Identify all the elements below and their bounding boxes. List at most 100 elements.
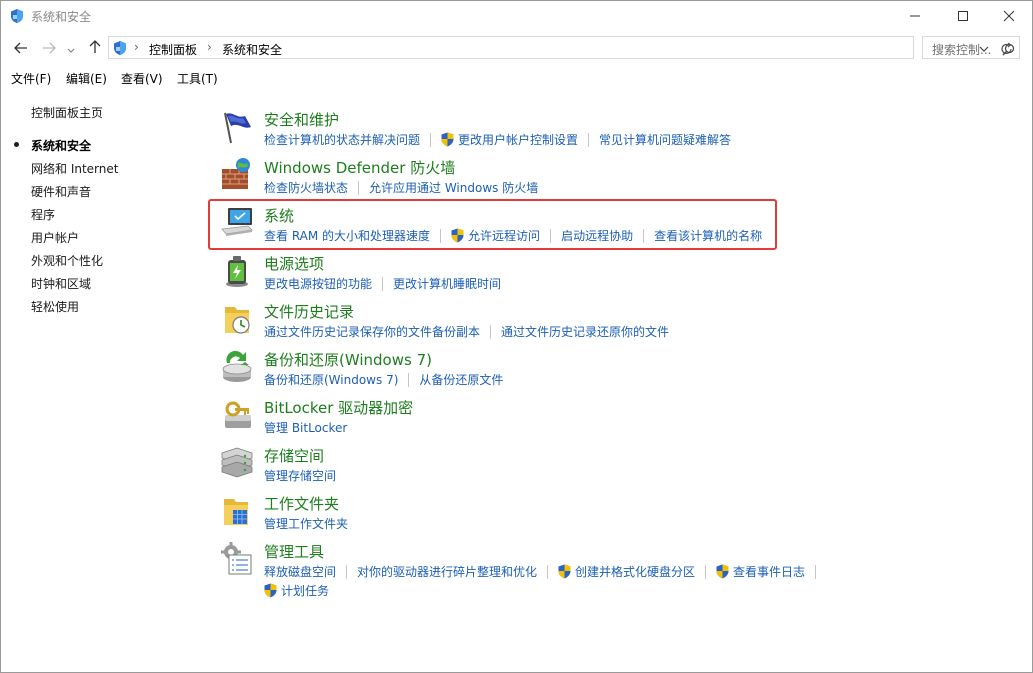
category-administrative-tools: 管理工具 释放磁盘空间 对你的驱动器进行碎片整理和优化 创建并格式化硬盘分区 查… bbox=[219, 541, 979, 601]
search-icon[interactable] bbox=[1002, 41, 1015, 56]
category-links: 更改电源按钮的功能 更改计算机睡眠时间 bbox=[264, 275, 501, 292]
category-storage-spaces: 存储空间 管理存储空间 bbox=[219, 445, 979, 491]
uac-shield-icon bbox=[558, 564, 571, 579]
breadcrumb-separator-icon[interactable]: › bbox=[134, 40, 139, 54]
chevron-down-icon bbox=[67, 39, 75, 58]
category-work-folders: 工作文件夹 管理工作文件夹 bbox=[219, 493, 979, 539]
sidebar-item-ease-of-access[interactable]: 轻松使用 bbox=[31, 298, 79, 315]
link-defragment-optimize[interactable]: 对你的驱动器进行碎片整理和优化 bbox=[357, 563, 537, 580]
title-bar: 系统和安全 bbox=[1, 1, 1032, 31]
category-title[interactable]: 安全和维护 bbox=[264, 109, 339, 130]
category-title[interactable]: BitLocker 驱动器加密 bbox=[264, 397, 413, 418]
link-check-firewall-status[interactable]: 检查防火墙状态 bbox=[264, 179, 348, 196]
minimize-icon bbox=[909, 10, 921, 22]
storage-spaces-icon bbox=[219, 445, 255, 481]
link-manage-work-folders[interactable]: 管理工作文件夹 bbox=[264, 515, 348, 532]
uac-shield-icon bbox=[716, 564, 729, 579]
breadcrumb-separator-icon[interactable]: › bbox=[207, 40, 212, 54]
link-separator bbox=[358, 180, 360, 195]
sidebar-item-system-security[interactable]: 系统和安全 bbox=[31, 137, 91, 154]
breadcrumb-control-panel[interactable]: 控制面板 bbox=[149, 41, 197, 58]
link-manage-bitlocker[interactable]: 管理 BitLocker bbox=[264, 419, 347, 436]
category-title[interactable]: 管理工具 bbox=[264, 541, 324, 562]
link-separator bbox=[490, 324, 492, 339]
battery-icon bbox=[219, 253, 255, 289]
search-input[interactable]: 搜索控制... bbox=[922, 36, 1020, 59]
link-label: 创建并格式化硬盘分区 bbox=[575, 565, 696, 579]
bitlocker-icon bbox=[219, 397, 255, 433]
breadcrumb-system-security[interactable]: 系统和安全 bbox=[222, 41, 282, 58]
forward-button[interactable] bbox=[39, 38, 59, 58]
category-links: 管理存储空间 bbox=[264, 467, 336, 484]
sidebar-item-programs[interactable]: 程序 bbox=[31, 206, 55, 223]
address-bar[interactable]: › 控制面板 › 系统和安全 bbox=[108, 36, 1012, 59]
backup-restore-icon bbox=[219, 349, 255, 385]
window-title: 系统和安全 bbox=[31, 10, 92, 24]
category-title[interactable]: 存储空间 bbox=[264, 445, 324, 466]
recent-locations-button[interactable] bbox=[64, 38, 78, 58]
link-label: 查看事件日志 bbox=[733, 565, 806, 579]
link-manage-storage-spaces[interactable]: 管理存储空间 bbox=[264, 467, 336, 484]
link-create-format-partitions[interactable]: 创建并格式化硬盘分区 bbox=[558, 563, 695, 580]
arrow-right-icon bbox=[42, 39, 56, 58]
link-change-power-buttons[interactable]: 更改电源按钮的功能 bbox=[264, 275, 372, 292]
link-label: 计划任务 bbox=[281, 584, 330, 598]
link-separator bbox=[382, 276, 384, 291]
uac-shield-icon bbox=[264, 583, 277, 598]
link-change-uac-settings[interactable]: 更改用户帐户控制设置 bbox=[441, 131, 578, 148]
category-links: 管理 BitLocker bbox=[264, 419, 347, 436]
close-icon bbox=[1003, 10, 1015, 22]
menu-file[interactable]: 文件(F) bbox=[11, 70, 51, 87]
sidebar-item-network-internet[interactable]: 网络和 Internet bbox=[31, 160, 118, 177]
link-restore-from-backup[interactable]: 从备份还原文件 bbox=[419, 371, 503, 388]
sidebar-item-clock-region[interactable]: 时钟和区域 bbox=[31, 275, 91, 292]
category-links: 检查防火墙状态 允许应用通过 Windows 防火墙 bbox=[264, 179, 538, 196]
arrow-left-icon bbox=[14, 39, 28, 58]
minimize-button[interactable] bbox=[892, 1, 938, 31]
flag-icon bbox=[219, 109, 255, 145]
category-links-line2: 计划任务 bbox=[264, 582, 329, 599]
highlight-box bbox=[208, 199, 777, 250]
up-button[interactable] bbox=[85, 38, 105, 58]
link-view-event-logs[interactable]: 查看事件日志 bbox=[716, 563, 805, 580]
link-separator bbox=[547, 564, 549, 579]
category-links: 管理工作文件夹 bbox=[264, 515, 348, 532]
firewall-icon bbox=[219, 157, 255, 193]
sidebar-item-hardware-sound[interactable]: 硬件和声音 bbox=[31, 183, 91, 200]
menu-view[interactable]: 查看(V) bbox=[121, 70, 163, 87]
category-backup-restore: 备份和还原(Windows 7) 备份和还原(Windows 7) 从备份还原文… bbox=[219, 349, 979, 395]
control-panel-icon bbox=[9, 8, 25, 24]
link-save-backup-copies[interactable]: 通过文件历史记录保存你的文件备份副本 bbox=[264, 323, 480, 340]
back-button[interactable] bbox=[11, 38, 31, 58]
link-free-disk-space[interactable]: 释放磁盘空间 bbox=[264, 563, 336, 580]
close-button[interactable] bbox=[986, 1, 1032, 31]
category-links: 备份和还原(Windows 7) 从备份还原文件 bbox=[264, 371, 503, 388]
category-power-options: 电源选项 更改电源按钮的功能 更改计算机睡眠时间 bbox=[219, 253, 979, 299]
sidebar-home-link[interactable]: 控制面板主页 bbox=[31, 104, 103, 121]
category-title[interactable]: 电源选项 bbox=[264, 253, 324, 274]
link-restore-files[interactable]: 通过文件历史记录还原你的文件 bbox=[501, 323, 669, 340]
control-panel-icon bbox=[112, 40, 128, 56]
link-check-status[interactable]: 检查计算机的状态并解决问题 bbox=[264, 131, 420, 148]
menu-edit[interactable]: 编辑(E) bbox=[66, 70, 107, 87]
category-title[interactable]: 工作文件夹 bbox=[264, 493, 339, 514]
category-title[interactable]: Windows Defender 防火墙 bbox=[264, 157, 455, 178]
category-title[interactable]: 备份和还原(Windows 7) bbox=[264, 349, 432, 370]
category-links: 释放磁盘空间 对你的驱动器进行碎片整理和优化 创建并格式化硬盘分区 查看事件日志 bbox=[264, 563, 826, 580]
link-change-sleep-time[interactable]: 更改计算机睡眠时间 bbox=[393, 275, 501, 292]
sidebar-item-appearance[interactable]: 外观和个性化 bbox=[31, 252, 103, 269]
link-allow-app-through-firewall[interactable]: 允许应用通过 Windows 防火墙 bbox=[369, 179, 538, 196]
link-separator bbox=[346, 564, 348, 579]
link-backup-restore-win7[interactable]: 备份和还原(Windows 7) bbox=[264, 371, 398, 388]
menu-tools[interactable]: 工具(T) bbox=[177, 70, 218, 87]
work-folders-icon bbox=[219, 493, 255, 529]
link-troubleshoot[interactable]: 常见计算机问题疑难解答 bbox=[599, 131, 731, 148]
category-file-history: 文件历史记录 通过文件历史记录保存你的文件备份副本 通过文件历史记录还原你的文件 bbox=[219, 301, 979, 347]
link-separator bbox=[815, 564, 817, 579]
current-item-bullet bbox=[14, 142, 19, 147]
link-separator bbox=[430, 132, 432, 147]
link-schedule-tasks[interactable]: 计划任务 bbox=[264, 582, 329, 599]
maximize-button[interactable] bbox=[940, 1, 986, 31]
sidebar-item-user-accounts[interactable]: 用户帐户 bbox=[31, 229, 79, 246]
category-title[interactable]: 文件历史记录 bbox=[264, 301, 354, 322]
